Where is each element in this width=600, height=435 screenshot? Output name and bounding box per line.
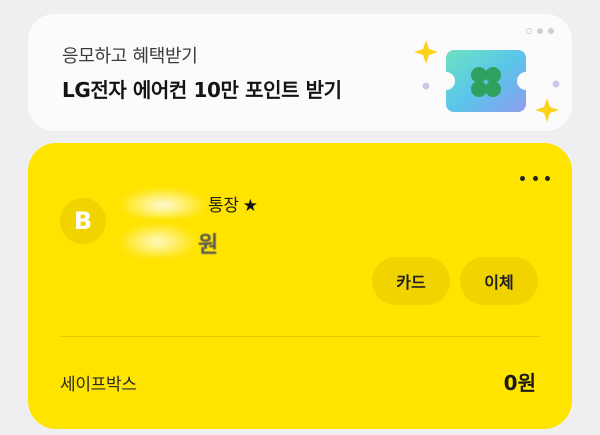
balance-unit: 원: [198, 233, 219, 258]
more-horizontal-icon[interactable]: [520, 173, 550, 183]
account-name[interactable]: 통장 ★: [208, 191, 258, 216]
page-dot[interactable]: [537, 28, 543, 34]
bank-logo: B: [60, 198, 106, 244]
sparkle-icon: [414, 40, 438, 64]
promo-banner[interactable]: 응모하고 혜택받기 LG전자 에어컨 10만 포인트 받기: [28, 14, 572, 131]
clover-ticket-icon: [414, 40, 560, 122]
account-balance-masked: [118, 223, 198, 257]
page-dot[interactable]: [548, 28, 554, 34]
promo-title: LG전자 에어컨 10만 포인트 받기: [62, 78, 342, 102]
account-name-masked: [118, 187, 208, 217]
sparkle-icon: [535, 98, 559, 122]
card-button[interactable]: 카드: [372, 257, 450, 305]
promo-page-indicator[interactable]: [526, 28, 554, 34]
divider: [60, 336, 540, 337]
safebox-label[interactable]: 세이프박스: [60, 370, 137, 395]
account-card[interactable]: B 통장 ★ 원 카드 이체 세이프박스 0원: [28, 143, 572, 429]
promo-subtitle: 응모하고 혜택받기: [62, 46, 198, 67]
safebox-amount: 0원: [503, 371, 536, 395]
favorite-star-icon[interactable]: ★: [243, 196, 258, 216]
transfer-button[interactable]: 이체: [460, 257, 538, 305]
page-dot-active[interactable]: [526, 28, 532, 34]
